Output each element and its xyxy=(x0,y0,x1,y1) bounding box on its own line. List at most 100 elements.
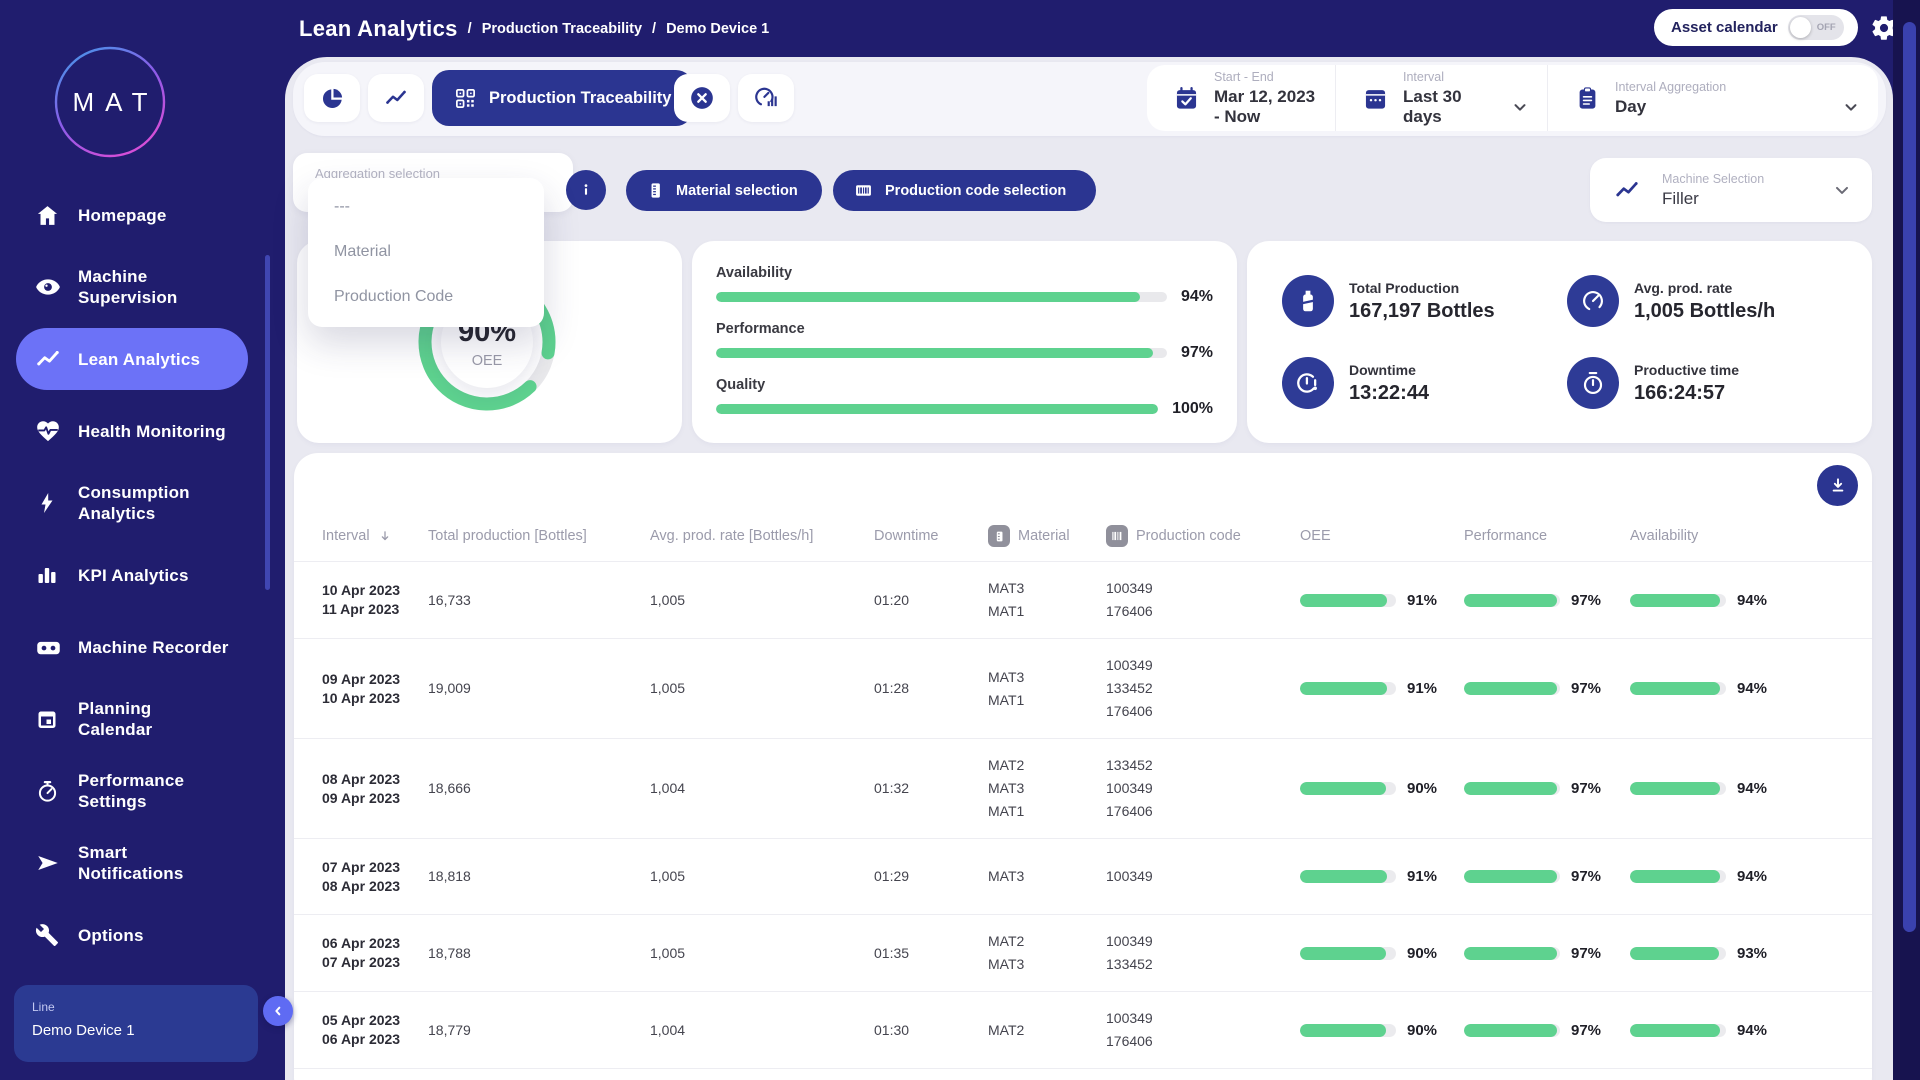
performance-minibar xyxy=(1464,594,1560,607)
page-scrollbar-track[interactable] xyxy=(1893,0,1920,1080)
oee-minibar xyxy=(1300,870,1396,883)
line-chart-view-button[interactable] xyxy=(368,74,424,122)
sidebar-scrollbar[interactable] xyxy=(265,255,270,590)
send-icon xyxy=(35,850,63,876)
sidebar-item-performance-settings[interactable]: Performance Settings xyxy=(0,755,282,827)
performance-minibar xyxy=(1464,870,1560,883)
production-code-selection-button[interactable]: Production code selection xyxy=(833,170,1096,211)
asset-calendar-toggle[interactable]: OFF xyxy=(1788,15,1844,40)
cell-performance: 97% xyxy=(1464,1019,1630,1042)
cell-interval: 09 Apr 202310 Apr 2023 xyxy=(322,670,428,708)
date-range-label: Start - End xyxy=(1214,70,1317,84)
material-icon xyxy=(646,181,665,200)
machine-selection-select[interactable]: Machine Selection Filler xyxy=(1590,158,1872,222)
interval-select[interactable]: Interval Last 30 days xyxy=(1335,65,1547,131)
date-range-control[interactable]: Start - End Mar 12, 2023 - Now xyxy=(1147,65,1335,131)
cell-availability: 94% xyxy=(1630,589,1844,612)
kpi-label: Quality xyxy=(716,377,1213,393)
info-button[interactable] xyxy=(566,170,606,210)
production-traceability-button[interactable]: Production Traceability xyxy=(432,70,693,126)
cell-avg-prod-rate: 1,005 xyxy=(650,865,874,888)
stat-value: 166:24:57 xyxy=(1634,382,1739,405)
sidebar-nav: Homepage Machine Supervision Lean Analyt… xyxy=(0,179,282,971)
col-production-code[interactable]: Production code xyxy=(1106,525,1300,547)
col-performance[interactable]: Performance xyxy=(1464,528,1630,544)
toolbar: Production Traceability Start - End Mar … xyxy=(293,62,1886,136)
page-title: Lean Analytics xyxy=(299,16,458,42)
col-oee[interactable]: OEE xyxy=(1300,528,1464,544)
table-row[interactable]: 06 Apr 202307 Apr 2023 18,788 1,005 01:3… xyxy=(294,915,1872,992)
sidebar-item-machine-supervision[interactable]: Machine Supervision xyxy=(0,251,282,323)
clear-view-button[interactable] xyxy=(674,74,730,122)
sidebar-item-planning-calendar[interactable]: Planning Calendar xyxy=(0,683,282,755)
clipboard-icon xyxy=(1574,85,1601,112)
table-row[interactable]: 05 Apr 202306 Apr 2023 18,779 1,004 01:3… xyxy=(294,992,1872,1069)
col-avg-prod-rate[interactable]: Avg. prod. rate [Bottles/h] xyxy=(650,528,874,544)
sidebar-item-label: Consumption Analytics xyxy=(78,482,190,524)
calendar-check-icon xyxy=(1173,85,1200,112)
stat-label: Productive time xyxy=(1634,362,1739,378)
table-body: 10 Apr 202311 Apr 2023 16,733 1,005 01:2… xyxy=(294,562,1872,1069)
sidebar-item-lean-analytics[interactable]: Lean Analytics xyxy=(0,323,282,395)
table-row[interactable]: 09 Apr 202310 Apr 2023 19,009 1,005 01:2… xyxy=(294,639,1872,739)
table-row[interactable]: 08 Apr 202309 Apr 2023 18,666 1,004 01:3… xyxy=(294,739,1872,839)
dropdown-option[interactable]: Material xyxy=(308,229,544,274)
cell-downtime: 01:35 xyxy=(874,942,988,965)
availability-minibar xyxy=(1630,594,1726,607)
sidebar-item-health-monitoring[interactable]: Health Monitoring xyxy=(0,395,282,467)
cell-materials: MAT3MAT1 xyxy=(988,577,1106,623)
col-total-production[interactable]: Total production [Bottles] xyxy=(428,528,650,544)
device-card[interactable]: Line Demo Device 1 xyxy=(14,985,258,1062)
table-row[interactable]: 10 Apr 202311 Apr 2023 16,733 1,005 01:2… xyxy=(294,562,1872,639)
dropdown-option[interactable]: Production Code xyxy=(308,274,544,319)
aggregation-dropdown-menu: --- Material Production Code xyxy=(308,178,544,327)
stat-avg-prod-rate: Avg. prod. rate 1,005 Bottles/h xyxy=(1567,265,1852,337)
table-row[interactable]: 07 Apr 202308 Apr 2023 18,818 1,005 01:2… xyxy=(294,839,1872,915)
sidebar-item-label: Planning Calendar xyxy=(78,698,152,740)
cell-availability: 94% xyxy=(1630,677,1844,700)
sidebar-item-consumption-analytics[interactable]: Consumption Analytics xyxy=(0,467,282,539)
availability-minibar xyxy=(1630,782,1726,795)
pie-chart-view-button[interactable] xyxy=(304,74,360,122)
sidebar-item-options[interactable]: Options xyxy=(0,899,282,971)
sidebar-item-smart-notifications[interactable]: Smart Notifications xyxy=(0,827,282,899)
sidebar-item-label: Lean Analytics xyxy=(78,349,200,370)
cell-availability: 94% xyxy=(1630,777,1844,800)
cell-interval: 06 Apr 202307 Apr 2023 xyxy=(322,934,428,972)
breadcrumb-item[interactable]: Production Traceability xyxy=(482,21,642,37)
interval-value: Last 30 days xyxy=(1403,87,1497,127)
material-selection-button[interactable]: Material selection xyxy=(626,170,822,211)
breadcrumb-item[interactable]: Demo Device 1 xyxy=(666,21,769,37)
cell-interval: 05 Apr 202306 Apr 2023 xyxy=(322,1011,428,1049)
stat-value: 167,197 Bottles xyxy=(1349,300,1495,323)
dropdown-option[interactable]: --- xyxy=(308,184,544,229)
gauge-report-button[interactable] xyxy=(738,74,794,122)
sidebar-collapse-button[interactable] xyxy=(263,996,293,1026)
col-downtime[interactable]: Downtime xyxy=(874,528,988,544)
cell-total-production: 18,666 xyxy=(428,777,650,800)
cell-materials: MAT2MAT3 xyxy=(988,930,1106,976)
page-scrollbar-thumb[interactable] xyxy=(1903,22,1916,932)
gauge-bars-icon xyxy=(753,85,779,111)
breadcrumb: Lean Analytics / Production Traceability… xyxy=(299,16,769,42)
breadcrumb-separator: / xyxy=(468,21,472,37)
sidebar-item-kpi-analytics[interactable]: KPI Analytics xyxy=(0,539,282,611)
performance-minibar xyxy=(1464,782,1560,795)
interval-aggregation-select[interactable]: Interval Aggregation Day xyxy=(1547,65,1878,131)
cell-oee: 91% xyxy=(1300,589,1464,612)
col-interval[interactable]: Interval xyxy=(322,528,428,544)
availability-minibar xyxy=(1630,870,1726,883)
col-material[interactable]: Material xyxy=(988,525,1106,547)
cell-codes: 100349133452 xyxy=(1106,930,1300,976)
col-availability[interactable]: Availability xyxy=(1630,528,1844,544)
sidebar-item-homepage[interactable]: Homepage xyxy=(0,179,282,251)
stat-productive-time: Productive time 166:24:57 xyxy=(1567,347,1852,419)
kpi-performance: Performance 97% xyxy=(716,321,1213,362)
cell-oee: 91% xyxy=(1300,865,1464,888)
download-button[interactable] xyxy=(1817,465,1858,506)
sort-desc-icon xyxy=(378,529,392,543)
stat-downtime: Downtime 13:22:44 xyxy=(1282,347,1567,419)
sidebar-item-machine-recorder[interactable]: Machine Recorder xyxy=(0,611,282,683)
oee-minibar xyxy=(1300,782,1396,795)
stat-total-production: Total Production 167,197 Bottles xyxy=(1282,265,1567,337)
